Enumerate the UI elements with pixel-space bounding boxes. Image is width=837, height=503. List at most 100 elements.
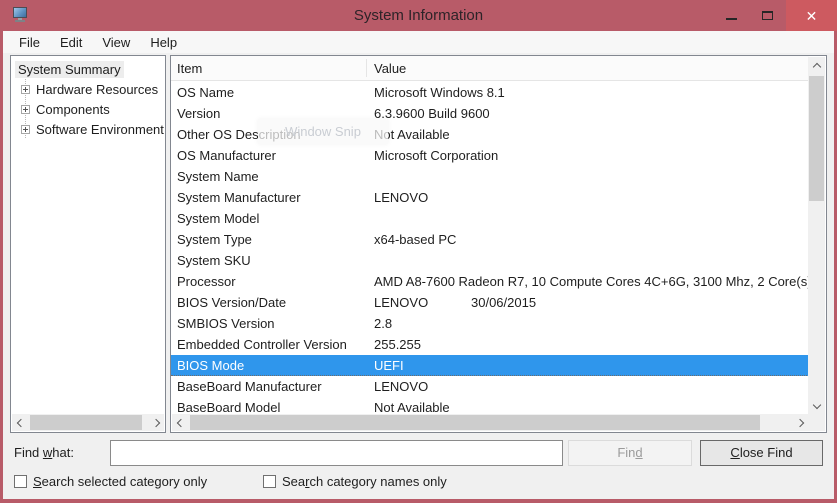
checkbox-label: Search selected category only — [33, 474, 207, 489]
item-cell: SMBIOS Version — [177, 313, 275, 334]
table-row[interactable]: Processor AMD A8-7600 Radeon R7, 10 Compu… — [171, 271, 809, 292]
vertical-scrollbar[interactable] — [808, 57, 825, 414]
chevron-up-icon — [812, 62, 820, 70]
tree-item-label: System Summary — [15, 61, 124, 78]
tree-item-label: Hardware Resources — [36, 82, 158, 97]
find-input[interactable] — [110, 440, 563, 466]
expand-plus-icon[interactable] — [21, 105, 30, 114]
table-row[interactable]: System Type x64-based PC — [171, 229, 809, 250]
value-cell: Microsoft Corporation — [374, 145, 498, 166]
chevron-left-icon — [16, 418, 24, 426]
expand-plus-icon[interactable] — [21, 125, 30, 134]
scroll-down-button[interactable] — [808, 397, 825, 414]
tree-item-label: Components — [36, 102, 110, 117]
maximize-icon — [762, 11, 773, 20]
table-row[interactable]: System Manufacturer LENOVO — [171, 187, 809, 208]
scrollbar-thumb[interactable] — [809, 76, 824, 201]
menu-view[interactable]: View — [92, 33, 140, 52]
item-cell: Version — [177, 103, 220, 124]
item-cell: Processor — [177, 271, 236, 292]
value-cell: AMD A8-7600 Radeon R7, 10 Compute Cores … — [374, 271, 809, 292]
menu-edit[interactable]: Edit — [50, 33, 92, 52]
tree-item-software-environment[interactable]: Software Environment — [11, 119, 165, 139]
snip-ghost-overlay: Window Snip — [258, 119, 388, 144]
titlebar[interactable]: System Information ✕ — [0, 0, 837, 31]
table-row[interactable]: System Model — [171, 208, 809, 229]
system-information-window: System Information ✕ File Edit View Help… — [0, 0, 837, 503]
tree-horizontal-scrollbar[interactable] — [12, 414, 164, 431]
item-cell: BIOS Version/Date — [177, 292, 286, 313]
value-cell: UEFI — [374, 355, 404, 376]
table-row[interactable]: SMBIOS Version 2.8 — [171, 313, 809, 334]
category-tree-panel: System Summary Hardware Resources Compon… — [10, 55, 166, 433]
value-cell: x64-based PC — [374, 229, 456, 250]
close-button[interactable]: ✕ — [786, 0, 837, 31]
tree-item-label: Software Environment — [36, 122, 164, 137]
table-row[interactable]: BIOS Mode UEFI — [171, 355, 809, 376]
table-horizontal-scrollbar[interactable] — [172, 414, 808, 431]
table-row[interactable]: BaseBoard ManufacturerLENOVO — [171, 376, 809, 397]
item-cell: BaseBoard Manufacturer — [177, 376, 322, 397]
column-header-value[interactable]: Value — [374, 56, 406, 81]
table-row[interactable]: OS Manufacturer Microsoft Corporation — [171, 145, 809, 166]
checkbox-label: Search category names only — [282, 474, 447, 489]
tree-item-components[interactable]: Components — [11, 99, 165, 119]
value-cell: Not Available — [374, 397, 450, 415]
item-cell: System Manufacturer — [177, 187, 301, 208]
item-cell: BaseBoard Model — [177, 397, 280, 415]
checkbox-search-category-names[interactable] — [263, 475, 276, 488]
scrollbar-thumb[interactable] — [30, 415, 142, 430]
value-cell: 2.8 — [374, 313, 392, 334]
item-cell: Embedded Controller Version — [177, 334, 347, 355]
table-row[interactable]: BIOS Version/DateLENOVO30/06/2015 — [171, 292, 809, 313]
column-header-item[interactable]: Item — [177, 56, 202, 81]
content-area: System Summary Hardware Resources Compon… — [3, 53, 834, 499]
maximize-button[interactable] — [748, 0, 786, 31]
chevron-down-icon — [812, 400, 820, 408]
window-title: System Information — [0, 0, 837, 31]
detail-table-panel: Item Value OS NameMicrosoft Windows 8.1V… — [170, 55, 827, 433]
expand-plus-icon[interactable] — [21, 85, 30, 94]
column-divider[interactable] — [366, 59, 367, 77]
close-icon: ✕ — [806, 9, 818, 23]
table-row[interactable]: BaseBoard Model Not Available — [171, 397, 809, 415]
find-what-label: Find what: — [14, 445, 74, 460]
scroll-left-button[interactable] — [12, 414, 29, 431]
item-cell: System SKU — [177, 250, 251, 271]
chevron-right-icon — [795, 418, 803, 426]
minimize-icon — [726, 18, 737, 20]
close-find-button[interactable]: Close Find — [700, 440, 823, 466]
scrollbar-thumb[interactable] — [190, 415, 760, 430]
checkbox-search-selected-category[interactable] — [14, 475, 27, 488]
item-cell: System Type — [177, 229, 252, 250]
table-header: Item Value — [171, 56, 809, 81]
value-cell: LENOVO — [374, 187, 428, 208]
value-cell: Microsoft Windows 8.1 — [374, 82, 505, 103]
item-cell: OS Name — [177, 82, 234, 103]
minimize-button[interactable] — [714, 0, 748, 31]
menu-help[interactable]: Help — [140, 33, 187, 52]
table-row[interactable]: Embedded Controller Version255.255 — [171, 334, 809, 355]
table-row[interactable]: OS Name Microsoft Windows 8.1 — [171, 82, 809, 103]
chevron-left-icon — [176, 418, 184, 426]
item-cell: BIOS Mode — [177, 355, 244, 376]
search-category-names-option[interactable]: Search category names only — [263, 474, 447, 489]
menu-file[interactable]: File — [9, 33, 50, 52]
item-cell: System Name — [177, 166, 259, 187]
search-selected-category-option[interactable]: Search selected category only — [14, 474, 207, 489]
scroll-right-button[interactable] — [791, 414, 808, 431]
tree-item-system-summary[interactable]: System Summary — [11, 59, 165, 79]
item-cell: System Model — [177, 208, 259, 229]
value-cell: 6.3.9600 Build 9600 — [374, 103, 490, 124]
table-row[interactable]: System Name — [171, 166, 809, 187]
tree-item-hardware-resources[interactable]: Hardware Resources — [11, 79, 165, 99]
scroll-right-button[interactable] — [147, 414, 164, 431]
scroll-up-button[interactable] — [808, 57, 825, 74]
menubar: File Edit View Help — [3, 31, 834, 53]
find-button[interactable]: Find — [568, 440, 692, 466]
item-cell: OS Manufacturer — [177, 145, 276, 166]
scroll-left-button[interactable] — [172, 414, 189, 431]
table-row[interactable]: System SKU — [171, 250, 809, 271]
chevron-right-icon — [151, 418, 159, 426]
search-options-row: Search selected category only Search cat… — [3, 474, 834, 496]
